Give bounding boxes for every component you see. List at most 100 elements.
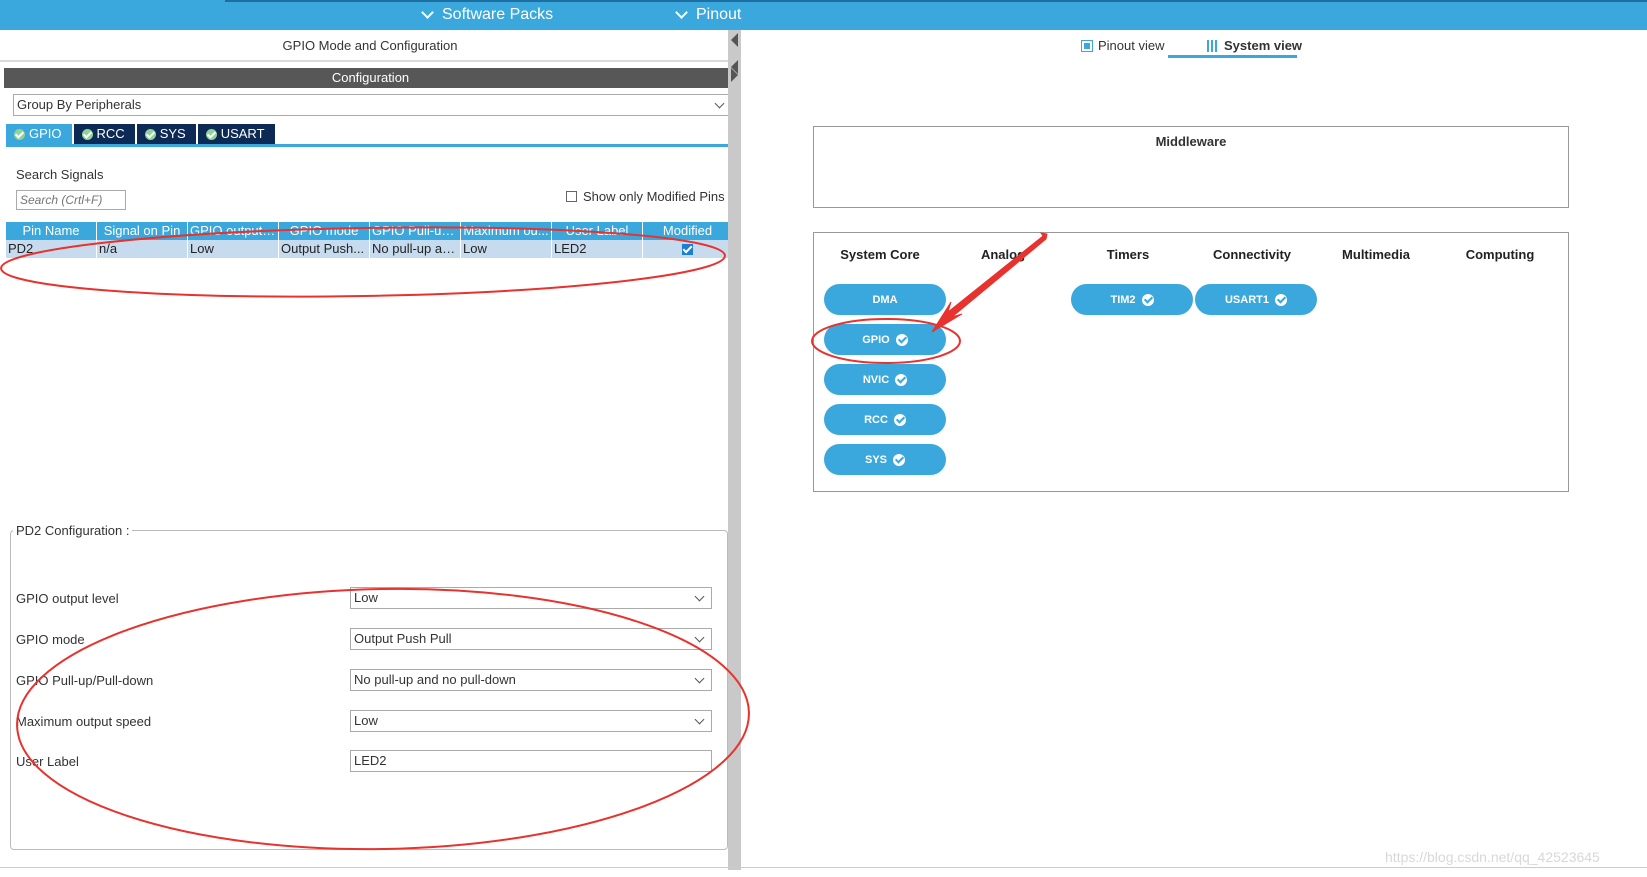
search-input[interactable]	[16, 190, 126, 210]
middleware-title: Middleware	[1155, 134, 1227, 149]
check-icon	[893, 453, 905, 466]
check-icon	[1141, 293, 1154, 306]
column-header[interactable]: Signal on Pin	[97, 222, 188, 240]
panel-splitter[interactable]	[728, 30, 741, 870]
gpio-button[interactable]: GPIO	[824, 324, 946, 355]
pull-select[interactable]: No pull-up and no pull-down	[350, 669, 712, 691]
checkbox[interactable]	[566, 191, 577, 202]
tab-label: Pinout view	[1098, 38, 1165, 53]
output-level-select[interactable]: Low	[350, 587, 712, 609]
user-label-input[interactable]: LED2	[350, 750, 712, 772]
top-rule	[225, 0, 1647, 2]
chip-icon	[1081, 39, 1093, 52]
pill-label: TIM2	[1110, 293, 1136, 306]
check-icon	[81, 128, 93, 140]
table-cell: Output Push...	[279, 240, 370, 258]
panel-separator	[0, 60, 740, 62]
checked-icon[interactable]	[682, 244, 693, 256]
category-computing: Computing	[1465, 247, 1535, 262]
tab-label: GPIO	[29, 126, 62, 141]
check-icon	[1275, 293, 1287, 306]
tab-system-view[interactable]: System view	[1207, 38, 1302, 53]
tab-label: System view	[1224, 38, 1303, 53]
column-header[interactable]: GPIO output ...	[188, 222, 279, 240]
peripheral-tabs: GPIO RCC SYS USART	[6, 124, 277, 144]
dma-button[interactable]: DMA	[824, 284, 946, 315]
tab-underline	[1168, 55, 1297, 58]
menu-software-packs[interactable]: Software Packs	[421, 6, 553, 24]
pill-label: RCC	[864, 413, 888, 426]
system-view-panel: Pinout view System view Middleware Syste…	[741, 30, 1647, 870]
user-label-label: User Label	[16, 754, 79, 769]
expand-right-icon[interactable]	[731, 68, 738, 82]
gpio-config-panel: GPIO Mode and Configuration Configuratio…	[0, 30, 740, 867]
nvic-button[interactable]: NVIC	[824, 364, 946, 395]
chevron-down-icon	[714, 98, 725, 109]
watermark: https://blog.csdn.net/qq_42523645	[1385, 849, 1600, 865]
configuration-header: Configuration	[4, 68, 737, 88]
tab-rcc[interactable]: RCC	[73, 124, 135, 144]
speed-value: Low	[354, 713, 378, 728]
check-icon	[893, 413, 906, 426]
panel-title: GPIO Mode and Configuration	[282, 38, 458, 53]
show-modified-toggle[interactable]: Show only Modified Pins	[566, 189, 725, 204]
column-header[interactable]: Pin Name	[6, 222, 97, 240]
pill-label: SYS	[864, 453, 887, 466]
chevron-down-icon	[421, 6, 434, 19]
check-icon	[14, 128, 25, 140]
check-icon	[205, 128, 217, 140]
table-cell: n/a	[97, 240, 188, 258]
tab-label: USART	[220, 126, 265, 141]
table-row[interactable]: PD2 n/a Low Output Push... No pull-up an…	[6, 240, 733, 258]
group-by-value: Group By Peripherals	[17, 97, 142, 112]
rcc-button[interactable]: RCC	[824, 404, 946, 435]
pill-label: DMA	[872, 293, 898, 306]
pill-label: NVIC	[862, 373, 890, 386]
middleware-box: Middleware	[813, 126, 1569, 208]
category-system-core: System Core	[840, 247, 920, 262]
check-icon	[895, 333, 908, 346]
output-level-value: Low	[354, 590, 378, 605]
table-header-row: Pin Name Signal on Pin GPIO output ... G…	[6, 222, 733, 240]
speed-select[interactable]: Low	[350, 710, 712, 732]
column-header[interactable]: Modified	[643, 222, 733, 240]
collapse-left-icon[interactable]	[731, 33, 738, 47]
chevron-down-icon	[694, 714, 705, 725]
column-header[interactable]: Maximum ou...	[461, 222, 552, 240]
column-header[interactable]: User Label	[552, 222, 643, 240]
tab-label: RCC	[96, 126, 125, 141]
tab-gpio[interactable]: GPIO	[6, 124, 72, 144]
sys-button[interactable]: SYS	[824, 444, 946, 475]
menu-pinout[interactable]: Pinout	[675, 6, 742, 24]
check-icon	[895, 373, 908, 386]
chevron-down-icon	[675, 6, 688, 19]
check-icon	[144, 128, 156, 140]
tim2-button[interactable]: TIM2	[1071, 284, 1193, 315]
menu-label: Pinout	[696, 6, 742, 23]
usart1-button[interactable]: USART1	[1195, 284, 1317, 315]
column-header[interactable]: GPIO Pull-up...	[370, 222, 461, 240]
chevron-down-icon	[694, 591, 705, 602]
category-multimedia: Multimedia	[1342, 247, 1410, 262]
column-header[interactable]: GPIO mode	[279, 222, 370, 240]
chevron-down-icon	[694, 632, 705, 643]
table-cell: PD2	[6, 240, 97, 258]
tab-pinout-view[interactable]: Pinout view	[1081, 38, 1164, 53]
gpio-mode-select[interactable]: Output Push Pull	[350, 628, 712, 650]
tab-usart[interactable]: USART	[197, 124, 275, 144]
tab-sys[interactable]: SYS	[136, 124, 196, 144]
top-menu-bar: Software Packs Pinout	[0, 0, 1647, 30]
gpio-mode-label: GPIO mode	[16, 632, 85, 647]
category-connectivity: Connectivity	[1212, 247, 1291, 262]
grid-icon	[1207, 39, 1219, 52]
table-cell: Low	[461, 240, 552, 258]
tab-label: SYS	[159, 126, 186, 141]
table-cell: No pull-up an...	[370, 240, 461, 258]
gpio-mode-value: Output Push Pull	[354, 631, 452, 646]
pin-table: Pin Name Signal on Pin GPIO output ... G…	[6, 222, 733, 258]
category-analog: Analog	[980, 247, 1026, 262]
group-by-select[interactable]: Group By Peripherals	[13, 94, 732, 116]
modified-cell[interactable]	[643, 240, 733, 258]
speed-label: Maximum output speed	[16, 714, 152, 729]
search-label: Search Signals	[16, 167, 104, 182]
